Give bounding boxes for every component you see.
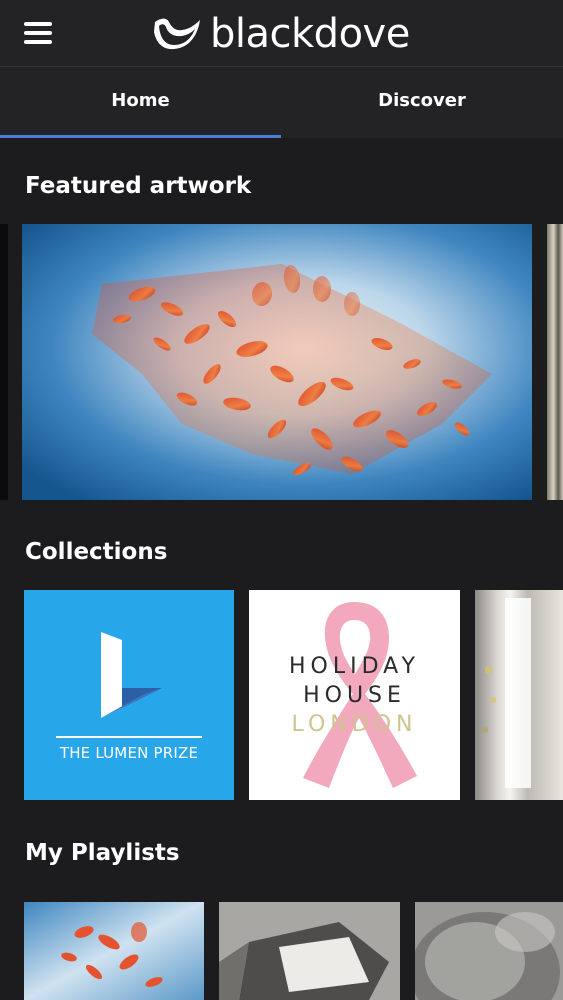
my-playlists-heading: My Playlists <box>25 840 180 866</box>
tab-discover[interactable]: Discover <box>281 67 563 138</box>
collection-lumen-prize[interactable]: THE LUMEN PRIZE <box>24 590 234 800</box>
featured-artwork-heading: Featured artwork <box>25 173 252 199</box>
tab-home[interactable]: Home <box>0 67 281 138</box>
playlist-thumbnail <box>24 902 204 1000</box>
holiday-title-line1: HOLIDAY <box>289 654 420 679</box>
featured-artwork-card[interactable] <box>22 224 532 500</box>
hamburger-menu-icon[interactable] <box>24 22 52 44</box>
playlist-thumbnail <box>219 902 400 1000</box>
holiday-title-line2: HOUSE <box>303 683 406 708</box>
playlist-item[interactable] <box>415 902 563 1000</box>
playlist-item[interactable] <box>24 902 204 1000</box>
top-bar: blackdove <box>0 0 563 67</box>
brand-name: blackdove <box>210 11 410 57</box>
lumen-divider <box>56 736 202 738</box>
lumen-prize-logo-icon <box>101 632 162 718</box>
collections-heading: Collections <box>25 539 168 565</box>
featured-artwork-image <box>22 224 532 500</box>
dove-logo-icon <box>154 18 200 50</box>
playlist-thumbnail <box>415 902 563 1000</box>
holiday-title-line3: LONDON <box>291 712 418 737</box>
featured-carousel-next-peek[interactable] <box>547 224 563 500</box>
tab-bar: Home Discover <box>0 67 563 138</box>
collection-third-image <box>482 598 531 788</box>
collection-holiday-house-london[interactable]: HOLIDAY HOUSE LONDON <box>249 590 460 800</box>
featured-carousel-prev-peek <box>0 224 8 500</box>
playlist-item[interactable] <box>219 902 400 1000</box>
active-tab-indicator <box>0 135 281 138</box>
collection-third-partial[interactable] <box>475 590 563 800</box>
lumen-prize-label: THE LUMEN PRIZE <box>59 744 199 762</box>
